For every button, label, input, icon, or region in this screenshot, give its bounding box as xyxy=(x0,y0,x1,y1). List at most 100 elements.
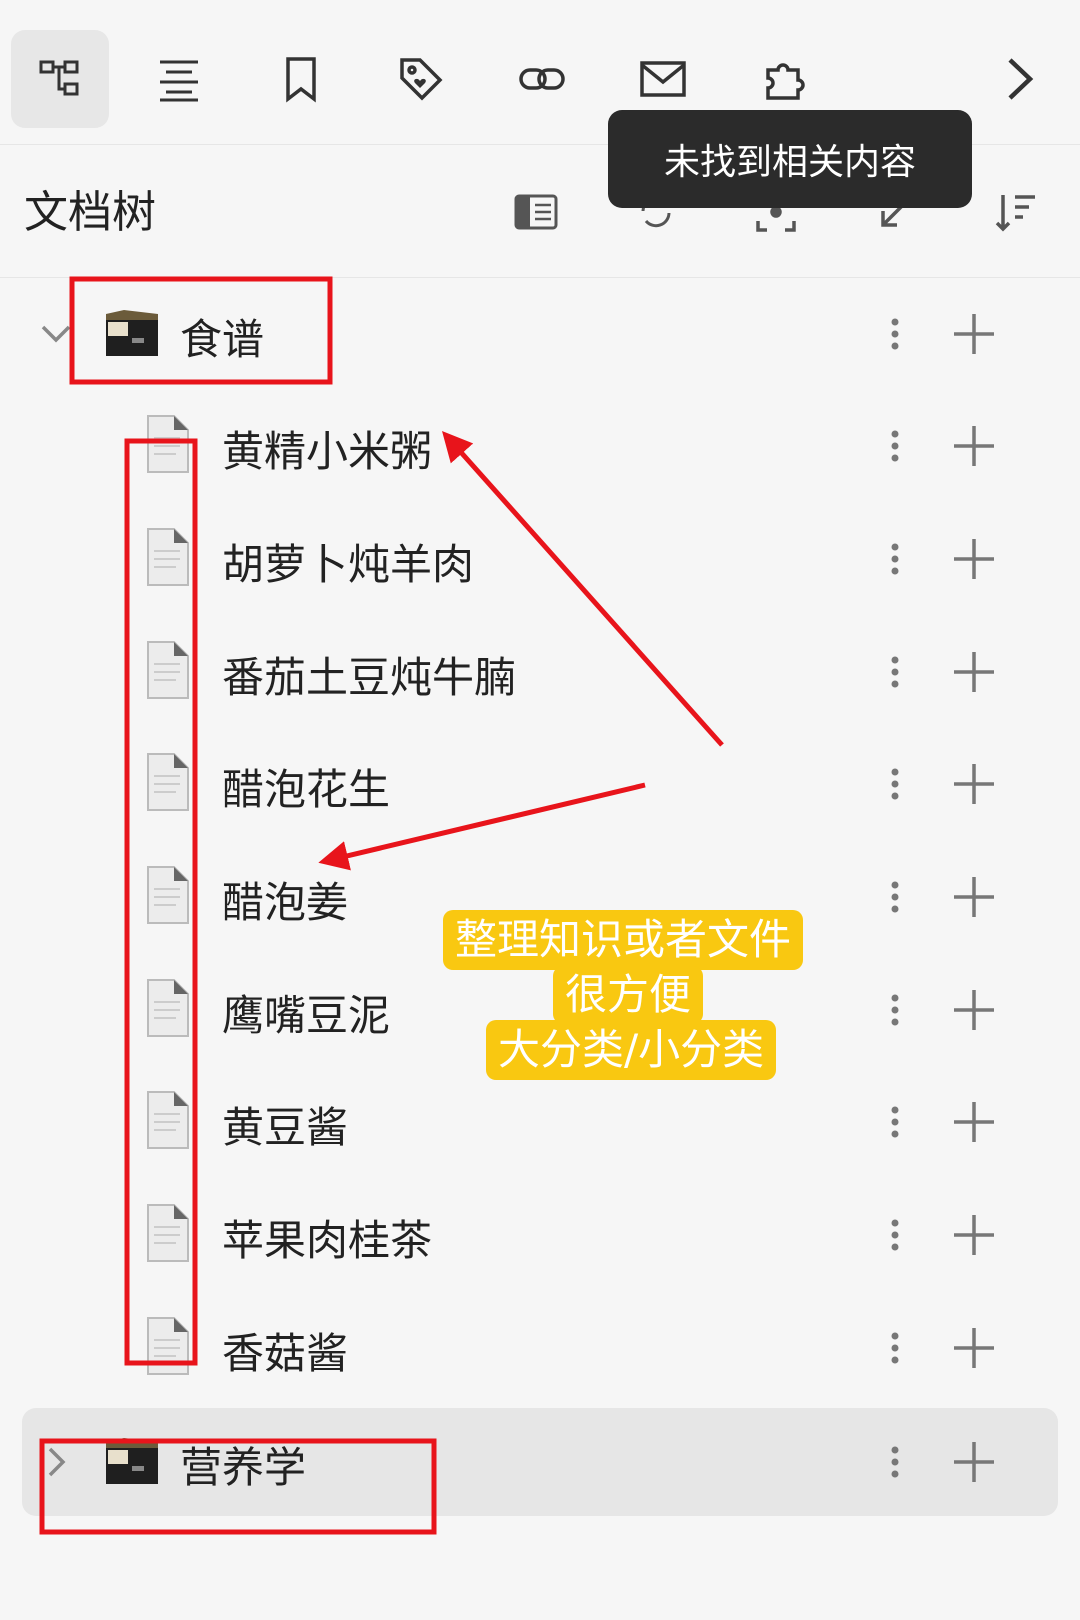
file-cabinet-icon xyxy=(106,1438,158,1484)
more-button[interactable] xyxy=(880,1324,910,1372)
bookmark-tab[interactable] xyxy=(252,30,350,128)
plus-icon xyxy=(954,1328,994,1368)
notebook-row-recipes[interactable]: 食谱 xyxy=(22,280,1058,388)
more-vertical-icon xyxy=(891,881,899,913)
more-vertical-icon xyxy=(891,1106,899,1138)
add-doc-button[interactable] xyxy=(948,1209,1000,1261)
plus-icon xyxy=(954,764,994,804)
document-icon xyxy=(147,866,189,924)
puzzle-icon xyxy=(766,63,805,100)
more-button[interactable] xyxy=(880,422,910,470)
add-doc-button[interactable] xyxy=(948,308,1000,360)
document-icon xyxy=(147,528,189,586)
more-vertical-icon xyxy=(891,1219,899,1251)
document-icon xyxy=(147,641,189,699)
add-doc-button[interactable] xyxy=(948,1322,1000,1374)
sidebar-toggle-icon xyxy=(514,194,558,230)
document-icon xyxy=(147,1317,189,1375)
more-vertical-icon xyxy=(891,1446,899,1478)
more-button[interactable] xyxy=(880,535,910,583)
plus-icon xyxy=(954,426,994,466)
more-button[interactable] xyxy=(880,986,910,1034)
sort-button[interactable] xyxy=(986,182,1046,242)
plus-icon xyxy=(954,990,994,1030)
add-doc-button[interactable] xyxy=(948,420,1000,472)
doc-row[interactable]: 香菇酱 xyxy=(22,1294,1058,1402)
document-icon xyxy=(147,415,189,473)
more-button[interactable] xyxy=(880,1438,910,1486)
file-tree-icon xyxy=(39,60,79,96)
dock-title: 文档树 xyxy=(24,187,156,238)
chevron-right-icon xyxy=(1008,58,1034,100)
doc-row[interactable]: 黄精小米粥 xyxy=(22,392,1058,500)
tag-tab[interactable] xyxy=(372,30,470,128)
outline-tab[interactable] xyxy=(130,30,228,128)
outline-icon xyxy=(160,60,198,102)
notebook-name: 营养学 xyxy=(180,1443,307,1492)
doc-row[interactable]: 胡萝卜炖羊肉 xyxy=(22,505,1058,613)
doc-row[interactable]: 黄豆酱 xyxy=(22,1068,1058,1176)
add-doc-button[interactable] xyxy=(948,1096,1000,1148)
add-doc-button[interactable] xyxy=(948,646,1000,698)
add-doc-button[interactable] xyxy=(948,758,1000,810)
more-button[interactable] xyxy=(880,1211,910,1259)
sort-icon xyxy=(995,195,1035,232)
expand-toggle[interactable] xyxy=(36,314,76,354)
more-vertical-icon xyxy=(891,768,899,800)
mail-icon xyxy=(640,61,686,97)
document-icon xyxy=(147,1204,189,1262)
document-icon xyxy=(147,979,189,1037)
more-vertical-icon xyxy=(891,318,899,350)
plus-icon xyxy=(954,314,994,354)
chevron-down-icon xyxy=(41,325,71,343)
more-button[interactable] xyxy=(880,873,910,921)
more-vertical-icon xyxy=(891,994,899,1026)
doc-title: 黄豆酱 xyxy=(222,1103,349,1152)
document-icon xyxy=(147,753,189,811)
bookmark-icon xyxy=(286,57,316,103)
doc-title: 鹰嘴豆泥 xyxy=(222,991,391,1040)
doc-title: 醋泡花生 xyxy=(222,765,391,814)
plus-icon xyxy=(954,539,994,579)
more-vertical-icon xyxy=(891,543,899,575)
notebook-row-nutrition[interactable]: 营养学 xyxy=(22,1408,1058,1516)
more-button[interactable] xyxy=(880,1098,910,1146)
plus-icon xyxy=(954,652,994,692)
sidebar-toggle-button[interactable] xyxy=(506,182,566,242)
add-doc-button[interactable] xyxy=(948,871,1000,923)
document-icon xyxy=(147,1091,189,1149)
chevron-right-icon xyxy=(48,1447,66,1477)
tag-icon xyxy=(400,58,443,101)
more-vertical-icon xyxy=(891,656,899,688)
doc-row[interactable]: 苹果肉桂茶 xyxy=(22,1181,1058,1289)
doc-title: 番茄土豆炖牛腩 xyxy=(222,653,517,702)
tooltip: 未找到相关内容 xyxy=(608,110,972,208)
expand-toggle[interactable] xyxy=(36,1442,76,1482)
toolbar-more-button[interactable] xyxy=(970,30,1068,128)
doc-title: 醋泡姜 xyxy=(222,878,349,927)
plus-icon xyxy=(954,1102,994,1142)
plus-icon xyxy=(954,1215,994,1255)
file-cabinet-icon xyxy=(106,310,158,356)
more-button[interactable] xyxy=(880,648,910,696)
doc-row[interactable]: 醋泡花生 xyxy=(22,730,1058,838)
plus-icon xyxy=(954,1442,994,1482)
backlink-tab[interactable] xyxy=(493,30,591,128)
doc-title: 苹果肉桂茶 xyxy=(222,1216,433,1265)
more-vertical-icon xyxy=(891,430,899,462)
backlink-icon xyxy=(519,68,565,90)
add-doc-button[interactable] xyxy=(948,533,1000,585)
annotation-note-line1: 整理知识或者文件 xyxy=(443,910,804,970)
annotation-note-line3: 大分类/小分类 xyxy=(486,1020,777,1080)
add-doc-button[interactable] xyxy=(948,984,1000,1036)
add-doc-button[interactable] xyxy=(948,1436,1000,1488)
doc-row[interactable]: 番茄土豆炖牛腩 xyxy=(22,618,1058,726)
more-button[interactable] xyxy=(880,760,910,808)
notebook-name: 食谱 xyxy=(180,315,265,364)
file-tree-tab[interactable] xyxy=(11,30,109,128)
annotation-note-line2: 很方便 xyxy=(553,966,704,1024)
doc-title: 黄精小米粥 xyxy=(222,427,433,476)
more-vertical-icon xyxy=(891,1332,899,1364)
more-button[interactable] xyxy=(880,310,910,358)
plus-icon xyxy=(954,877,994,917)
